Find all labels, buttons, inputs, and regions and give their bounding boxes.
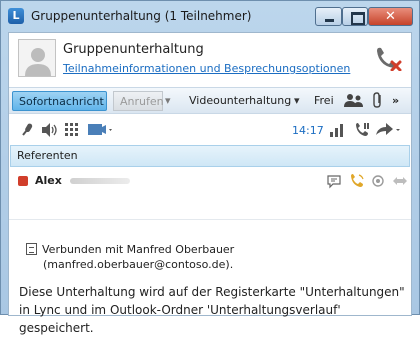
presenters-header[interactable]: Referenten xyxy=(10,145,410,167)
conversation-pane: Gruppenunterhaltung Teilnahmeinformation… xyxy=(8,32,412,335)
hold-call-icon[interactable] xyxy=(353,121,371,139)
system-message-line1: Verbunden mit Manfred Oberbauer xyxy=(42,243,235,256)
call-duration: 14:17 xyxy=(292,124,324,137)
participant-name: Alex xyxy=(35,174,62,187)
tab-video[interactable]: Videounterhaltung xyxy=(183,91,293,111)
attach-icon[interactable] xyxy=(370,91,386,111)
participants-icon[interactable] xyxy=(341,91,369,111)
video-modality-icon xyxy=(372,175,384,187)
sharing-modality-icon xyxy=(393,177,407,185)
tab-share[interactable]: Frei xyxy=(308,91,338,111)
group-avatar[interactable] xyxy=(18,39,56,77)
dialpad-icon[interactable] xyxy=(63,121,81,139)
audio-modality-icon xyxy=(351,174,364,187)
paperclip-icon xyxy=(373,92,381,108)
devices-icon[interactable] xyxy=(86,121,116,139)
call-toolbar: 14:17 xyxy=(9,117,411,143)
minimize-icon xyxy=(316,8,341,25)
window-title: Gruppenunterhaltung (1 Teilnehmer) xyxy=(31,9,252,23)
history-info-message: Diese Unterhaltung wird auf der Register… xyxy=(19,285,405,335)
participant-status-redacted xyxy=(70,178,130,184)
call-quality-icon xyxy=(330,124,343,137)
call-dropdown-icon[interactable]: ▾ xyxy=(163,91,177,111)
tab-instant-message[interactable]: Sofortnachricht xyxy=(12,91,107,111)
im-modality-icon xyxy=(327,175,341,189)
system-message: Verbunden mit Manfred Oberbauer (manfred… xyxy=(26,242,234,272)
transfer-call-icon[interactable] xyxy=(374,121,404,139)
microphone-icon[interactable] xyxy=(18,121,36,139)
message-history[interactable]: Verbunden mit Manfred Oberbauer (manfred… xyxy=(9,219,411,335)
document-icon xyxy=(26,243,37,255)
people-icon xyxy=(344,94,363,107)
system-message-line2: (manfred.oberbauer@contoso.de). xyxy=(43,258,234,271)
minimize-button[interactable] xyxy=(315,7,342,26)
lync-icon: L xyxy=(8,8,24,24)
conversation-title: Gruppenunterhaltung xyxy=(63,42,204,57)
meeting-options-link[interactable]: Teilnahmeinformationen und Besprechungso… xyxy=(63,62,350,75)
close-icon: ✕ xyxy=(385,9,396,24)
video-dropdown-icon[interactable]: ▾ xyxy=(292,91,306,111)
conversation-header: Gruppenunterhaltung Teilnahmeinformation… xyxy=(9,33,411,85)
close-button[interactable]: ✕ xyxy=(368,7,413,26)
modality-tabs: Sofortnachricht Anrufen ▾ Videounterhalt… xyxy=(9,87,411,114)
title-bar[interactable]: L Gruppenunterhaltung (1 Teilnehmer) ✕ xyxy=(1,1,419,31)
conversation-window: L Gruppenunterhaltung (1 Teilnehmer) ✕ G… xyxy=(0,0,420,335)
participant-row[interactable]: Alex xyxy=(9,169,411,193)
maximize-button[interactable] xyxy=(342,7,368,26)
more-options-icon[interactable]: » xyxy=(390,91,408,111)
presence-busy-icon xyxy=(18,176,28,186)
tab-call[interactable]: Anrufen xyxy=(113,91,164,111)
maximize-icon xyxy=(343,8,367,25)
person-silhouette-icon xyxy=(25,48,51,76)
speaker-icon[interactable] xyxy=(40,121,58,139)
hang-up-icon[interactable] xyxy=(373,45,403,71)
